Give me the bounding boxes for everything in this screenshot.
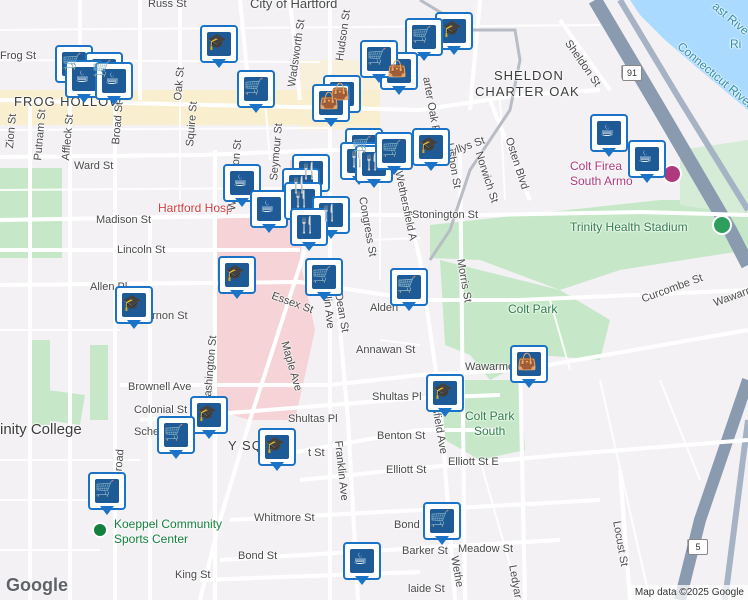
street-benton: Benton St (377, 430, 426, 442)
area-label-city: City of Hartford (250, 0, 338, 11)
cart-pin-icon[interactable]: 🛒 (157, 416, 195, 462)
coffee-pin-icon[interactable]: ☕ (590, 114, 628, 160)
street-st-e: t St (308, 447, 325, 459)
street-shultas-left: Shultas Pl (288, 413, 338, 425)
street-king: King St (175, 569, 211, 581)
place-colt-park-south-2: South (474, 424, 506, 438)
street-elliott-right: Elliott St E (448, 456, 499, 468)
street-shultas-right: Shultas Pl (372, 391, 422, 403)
cart-pin-icon[interactable]: 🛒 (88, 472, 126, 518)
place-colt-fire-1[interactable]: Colt Firea (570, 160, 622, 172)
cart-pin-icon[interactable]: 🛒 (237, 70, 275, 116)
street-lincoln: Lincoln St (117, 244, 166, 256)
place-colt-park-south-1[interactable]: Colt Park (465, 410, 514, 422)
street-meadow: Meadow St (458, 543, 514, 555)
street-annawan: Annawan St (356, 344, 416, 356)
cap-pin-icon[interactable]: 🎓 (258, 428, 296, 474)
cap-pin-icon[interactable]: 🎓 (115, 286, 153, 332)
koeppel-marker-icon[interactable] (92, 522, 108, 538)
map-canvas[interactable]: City of Hartford FROG HOLLOW SHELDON CHA… (0, 0, 748, 600)
water-river-top: Ri (730, 37, 742, 51)
place-trinity-health-stadium[interactable]: Trinity Health Stadium (570, 221, 688, 233)
street-stonington: Stonington St (412, 209, 479, 221)
coffee-pin-icon[interactable]: ☕ (628, 140, 666, 186)
street-bond-left: Bond St (238, 550, 278, 562)
street-whitmore: Whitmore St (254, 512, 315, 524)
coffee-pin-icon[interactable]: ☕ (95, 62, 133, 108)
cart-pin-icon[interactable]: 🛒 (423, 502, 461, 548)
street-ward: Ward St (74, 160, 114, 172)
street-frog: Frog St (0, 50, 37, 62)
cart-pin-icon[interactable]: 🛒 (390, 268, 428, 314)
place-colt-fire-2: South Armo (570, 174, 633, 188)
google-logo[interactable]: Google (6, 575, 68, 596)
street-madison: Madison St (96, 214, 152, 226)
place-koeppel-2: Sports Center (114, 532, 189, 546)
street-sche: Sche (134, 426, 160, 438)
street-brownell: Brownell Ave (128, 381, 192, 393)
place-hartford-hospital[interactable]: Hartford Hosp (158, 202, 233, 214)
street-adelaide: laide St (408, 583, 445, 595)
bag-pin-icon[interactable]: 👜 (510, 345, 548, 391)
street-russ: Russ St (148, 0, 187, 10)
area-label-charter-oak: CHARTER OAK (475, 84, 580, 99)
cart-pin-icon[interactable]: 🛒 (305, 258, 343, 304)
stadium-marker-icon[interactable] (712, 215, 732, 235)
coffee-pin-icon[interactable]: ☕ (343, 542, 381, 588)
map-attribution[interactable]: Map data ©2025 Google (630, 585, 748, 600)
street-elliott-left: Elliott St (386, 464, 427, 476)
cap-pin-icon[interactable]: 🎓 (200, 25, 238, 71)
cap-pin-icon[interactable]: 🎓 (218, 256, 256, 302)
cap-pin-icon[interactable]: 🎓 (412, 128, 450, 174)
us5-shield-icon: 5 (688, 539, 708, 555)
i91-shield-icon: 91 (622, 65, 642, 81)
place-colt-park[interactable]: Colt Park (508, 303, 557, 315)
area-label-sheldon: SHELDON (494, 68, 564, 83)
cap-pin-icon[interactable]: 🎓 (190, 396, 228, 442)
place-trinity-college[interactable]: inity College (0, 422, 82, 437)
cap-pin-icon[interactable]: 🎓 (426, 374, 464, 420)
coffee-pin-icon[interactable]: ☕ (250, 190, 288, 236)
street-colonial: Colonial St (134, 404, 188, 416)
place-koeppel-1[interactable]: Koeppel Community (114, 518, 222, 530)
